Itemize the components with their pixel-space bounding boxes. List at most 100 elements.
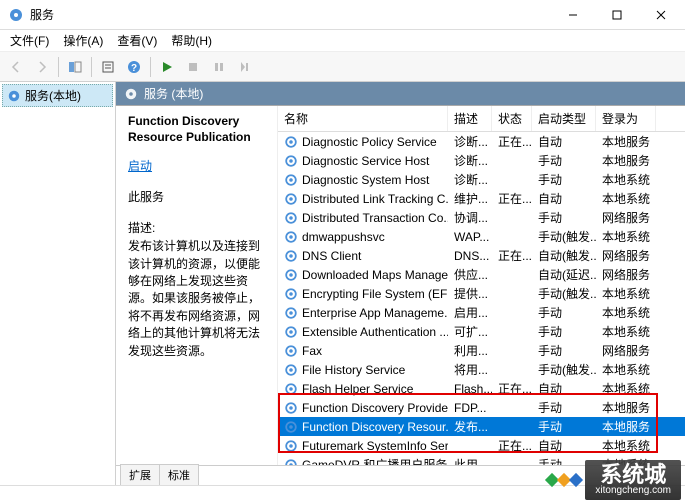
cell-startup: 手动 <box>532 398 596 417</box>
cell-startup: 自动 <box>532 189 596 208</box>
gear-icon <box>7 89 21 103</box>
cell-name: Extensible Authentication ... <box>278 324 448 340</box>
toolbar-separator <box>91 57 92 77</box>
service-row[interactable]: dmwappushsvcWAP...手动(触发...本地系统 <box>278 227 685 246</box>
properties-button[interactable] <box>96 55 120 79</box>
title-bar: 服务 <box>0 0 685 30</box>
description-label: 描述: <box>128 219 267 236</box>
cell-status: 正在... <box>492 436 532 455</box>
service-row[interactable]: Flash Helper ServiceFlash...正在...自动本地系统 <box>278 379 685 398</box>
cell-startup: 手动 <box>532 417 596 436</box>
service-row[interactable]: Extensible Authentication ...可扩...手动本地系统 <box>278 322 685 341</box>
cell-logon: 本地系统 <box>596 322 656 341</box>
cell-name: Flash Helper Service <box>278 381 448 397</box>
cell-status <box>492 312 532 314</box>
service-row[interactable]: Downloaded Maps Manager供应...自动(延迟...网络服务 <box>278 265 685 284</box>
service-row[interactable]: Diagnostic Service Host诊断...手动本地服务 <box>278 151 685 170</box>
cell-status <box>492 274 532 276</box>
description-text: 发布该计算机以及连接到该计算机的资源，以便能够在网络上发现这些资源。如果该服务被… <box>128 238 267 360</box>
pause-service-button[interactable] <box>207 55 231 79</box>
close-button[interactable] <box>639 1 683 29</box>
cell-status: 正在... <box>492 379 532 398</box>
cell-startup: 自动(延迟... <box>532 265 596 284</box>
forward-button[interactable] <box>30 55 54 79</box>
cell-status <box>492 217 532 219</box>
column-name[interactable]: 名称 <box>278 106 448 131</box>
list-header: 名称 描述 状态 启动类型 登录为 <box>278 106 685 132</box>
cell-logon: 网络服务 <box>596 341 656 360</box>
tab-standard[interactable]: 标准 <box>159 464 199 485</box>
restart-service-button[interactable] <box>233 55 257 79</box>
service-row[interactable]: Diagnostic System Host诊断...手动本地系统 <box>278 170 685 189</box>
start-service-link[interactable]: 启动 <box>128 157 267 174</box>
cell-startup: 手动 <box>532 322 596 341</box>
maximize-button[interactable] <box>595 1 639 29</box>
cell-status <box>492 160 532 162</box>
service-row[interactable]: Distributed Link Tracking C...维护...正在...… <box>278 189 685 208</box>
service-row[interactable]: Function Discovery Provide...FDP...手动本地服… <box>278 398 685 417</box>
cell-desc: 诊断... <box>448 151 492 170</box>
service-row[interactable]: Function Discovery Resour...发布...手动本地服务 <box>278 417 685 436</box>
cell-logon: 本地系统 <box>596 436 656 455</box>
cell-desc: 此用... <box>448 455 492 465</box>
cell-logon: 本地服务 <box>596 417 656 436</box>
back-button[interactable] <box>4 55 28 79</box>
tree-pane: 服务(本地) <box>0 82 116 485</box>
cell-logon: 本地系统 <box>596 170 656 189</box>
column-status[interactable]: 状态 <box>492 106 532 131</box>
service-row[interactable]: Fax利用...手动网络服务 <box>278 341 685 360</box>
tab-strip: 扩展 标准 <box>116 465 685 485</box>
cell-startup: 手动(触发... <box>532 360 596 379</box>
menu-file[interactable]: 文件(F) <box>4 30 55 51</box>
service-row[interactable]: File History Service将用...手动(触发...本地系统 <box>278 360 685 379</box>
stop-service-button[interactable] <box>181 55 205 79</box>
service-row[interactable]: DNS ClientDNS...正在...自动(触发...网络服务 <box>278 246 685 265</box>
show-hide-tree-button[interactable] <box>63 55 87 79</box>
cell-desc: Flash... <box>448 381 492 397</box>
cell-desc: 诊断... <box>448 170 492 189</box>
cell-logon: 本地系统 <box>596 455 656 465</box>
selected-service-title: Function Discovery Resource Publication <box>128 114 267 145</box>
column-logon[interactable]: 登录为 <box>596 106 656 131</box>
menu-view[interactable]: 查看(V) <box>111 30 163 51</box>
window-title: 服务 <box>30 6 551 23</box>
service-row[interactable]: GameDVR 和广播用户服务...此用...手动本地系统 <box>278 455 685 465</box>
toolbar: ? <box>0 52 685 82</box>
cell-logon: 网络服务 <box>596 246 656 265</box>
column-desc[interactable]: 描述 <box>448 106 492 131</box>
cell-startup: 自动(触发... <box>532 246 596 265</box>
column-startup[interactable]: 启动类型 <box>532 106 596 131</box>
start-service-button[interactable] <box>155 55 179 79</box>
menu-help[interactable]: 帮助(H) <box>165 30 218 51</box>
gear-icon <box>124 87 138 101</box>
toolbar-separator <box>150 57 151 77</box>
service-row[interactable]: Distributed Transaction Co...协调...手动网络服务 <box>278 208 685 227</box>
cell-status <box>492 464 532 466</box>
service-row[interactable]: Encrypting File System (EFS)提供...手动(触发..… <box>278 284 685 303</box>
cell-status <box>492 369 532 371</box>
cell-desc: 将用... <box>448 360 492 379</box>
cell-name: dmwappushsvc <box>278 229 448 245</box>
cell-logon: 网络服务 <box>596 265 656 284</box>
cell-name: Function Discovery Resour... <box>278 419 448 435</box>
cell-name: Enterprise App Manageme... <box>278 305 448 321</box>
cell-name: Diagnostic System Host <box>278 172 448 188</box>
menu-bar: 文件(F) 操作(A) 查看(V) 帮助(H) <box>0 30 685 52</box>
cell-desc: 协调... <box>448 208 492 227</box>
cell-desc: 维护... <box>448 189 492 208</box>
menu-action[interactable]: 操作(A) <box>57 30 109 51</box>
help-button[interactable]: ? <box>122 55 146 79</box>
tree-node-services-local[interactable]: 服务(本地) <box>2 84 113 107</box>
service-row[interactable]: Futuremark SystemInfo Ser...正在...自动本地系统 <box>278 436 685 455</box>
minimize-button[interactable] <box>551 1 595 29</box>
status-bar <box>0 485 685 503</box>
service-row[interactable]: Enterprise App Manageme...启用...手动本地系统 <box>278 303 685 322</box>
cell-logon: 本地系统 <box>596 379 656 398</box>
tab-extended[interactable]: 扩展 <box>120 464 159 485</box>
cell-logon: 网络服务 <box>596 208 656 227</box>
cell-name: Fax <box>278 343 448 359</box>
cell-name: Function Discovery Provide... <box>278 400 448 416</box>
service-row[interactable]: Diagnostic Policy Service诊断...正在...自动本地服… <box>278 132 685 151</box>
cell-desc: 提供... <box>448 284 492 303</box>
cell-startup: 手动 <box>532 151 596 170</box>
